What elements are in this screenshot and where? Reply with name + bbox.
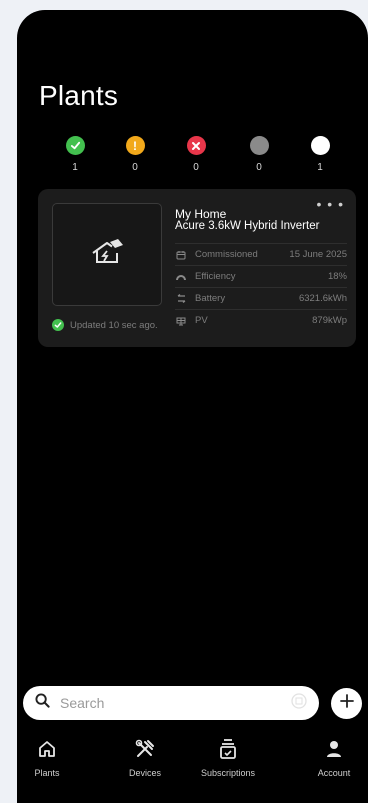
- status-warning[interactable]: ! 0: [120, 136, 150, 173]
- plant-model: Acure 3.6kW Hybrid Inverter: [175, 220, 320, 232]
- updated-text: Updated 10 sec ago.: [70, 319, 158, 331]
- status-warning-count: 0: [132, 162, 138, 173]
- tab-devices[interactable]: Devices: [105, 738, 185, 778]
- search-bar[interactable]: [23, 686, 319, 720]
- battery-value: 6321.6kWh: [298, 293, 347, 304]
- check-icon: [65, 136, 85, 155]
- home-icon: [17, 738, 87, 760]
- updated-status: Updated 10 sec ago.: [52, 319, 158, 331]
- error-icon: [186, 136, 206, 155]
- commissioned-value: 15 June 2025: [289, 249, 347, 260]
- plus-icon: [339, 694, 354, 713]
- tab-plants-label: Plants: [34, 768, 60, 778]
- tab-account[interactable]: Account: [294, 738, 368, 778]
- account-icon: [294, 738, 368, 760]
- bottom-tab-bar: Plants Devices Subscriptions Account: [17, 728, 368, 798]
- plant-thumbnail: [52, 203, 162, 306]
- unknown-icon: [310, 136, 330, 155]
- check-icon: [52, 319, 64, 331]
- pv-label: PV: [195, 315, 208, 326]
- status-offline-count: 0: [256, 162, 262, 173]
- warning-icon: !: [125, 136, 145, 155]
- search-input[interactable]: [60, 695, 291, 711]
- more-options-button[interactable]: • • •: [317, 197, 344, 211]
- tab-account-label: Account: [317, 768, 351, 778]
- tools-icon: [105, 738, 185, 760]
- commissioned-label: Commissioned: [195, 249, 258, 260]
- row-battery: Battery 6321.6kWh: [175, 287, 347, 309]
- status-offline[interactable]: 0: [244, 136, 274, 173]
- tab-subscriptions[interactable]: Subscriptions: [188, 738, 268, 778]
- add-plant-button[interactable]: [331, 688, 362, 719]
- battery-icon: [175, 293, 187, 305]
- offline-icon: [249, 136, 269, 155]
- calendar-icon: [175, 249, 187, 261]
- plant-name: My Home: [175, 207, 227, 221]
- house-solar-icon: [90, 239, 124, 270]
- row-commissioned: Commissioned 15 June 2025: [175, 243, 347, 265]
- search-icon: [35, 693, 50, 713]
- battery-label: Battery: [195, 293, 226, 304]
- status-summary: 1 ! 0 0 0 1: [17, 136, 368, 186]
- efficiency-label: Efficiency: [195, 271, 236, 282]
- gauge-icon: [175, 271, 187, 283]
- subscriptions-icon: [188, 738, 268, 760]
- plant-card[interactable]: • • • My Home Acure 3.6kW Hybrid Inverte…: [38, 189, 356, 347]
- status-unknown-count: 1: [317, 162, 323, 173]
- status-unknown[interactable]: 1: [305, 136, 335, 173]
- pv-value: 879kWp: [312, 315, 347, 326]
- efficiency-value: 18%: [327, 271, 347, 282]
- page-title: Plants: [39, 80, 119, 111]
- status-ok-count: 1: [72, 162, 78, 173]
- status-error[interactable]: 0: [181, 136, 211, 173]
- row-pv: PV 879kWp: [175, 309, 347, 331]
- solar-panel-icon: [175, 315, 187, 327]
- row-efficiency: Efficiency 18%: [175, 265, 347, 287]
- app-screen: Plants 1 ! 0 0 0 1 • • • My Home Acure 3…: [17, 10, 368, 803]
- status-ok[interactable]: 1: [60, 136, 90, 173]
- status-error-count: 0: [193, 162, 199, 173]
- tab-subscriptions-label: Subscriptions: [200, 768, 256, 778]
- tab-plants[interactable]: Plants: [17, 738, 87, 778]
- qr-scan-icon[interactable]: [291, 692, 307, 714]
- tab-devices-label: Devices: [128, 768, 161, 778]
